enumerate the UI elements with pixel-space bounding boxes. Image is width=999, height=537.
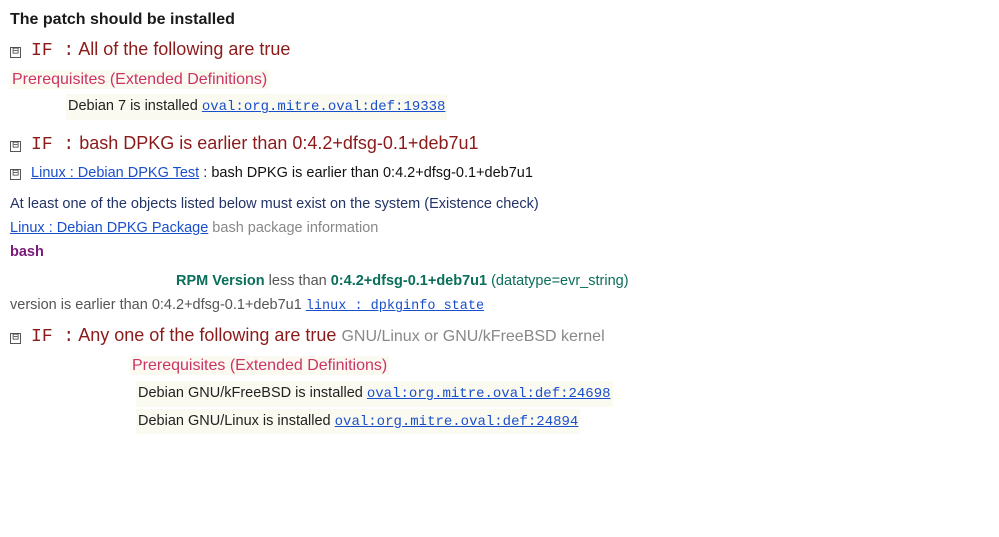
prereq-header: Prerequisites (Extended Definitions) (10, 68, 989, 93)
prereq-item: Debian GNU/kFreeBSD is installed oval:or… (136, 381, 989, 407)
prereq-item: Debian 7 is installed oval:org.mitre.ova… (66, 94, 989, 120)
evr-value: 0:4.2+dfsg-0.1+deb7u1 (331, 273, 487, 289)
oval-def-link[interactable]: oval:org.mitre.oval:def:24894 (335, 414, 579, 430)
dpkg-package-link[interactable]: Linux : Debian DPKG Package (10, 220, 208, 236)
test-colon: : (199, 165, 211, 181)
existence-note: At least one of the objects listed below… (10, 193, 989, 215)
less-than-text: less than (265, 273, 331, 289)
minus-icon[interactable]: ⊟ (10, 47, 21, 58)
dpkg-test-line: ⊟ Linux : Debian DPKG Test : bash DPKG i… (10, 162, 989, 184)
oval-def-link[interactable]: oval:org.mitre.oval:def:24698 (367, 386, 611, 402)
prereq-header: Prerequisites (Extended Definitions) (130, 354, 989, 379)
minus-icon[interactable]: ⊟ (10, 141, 21, 152)
rpm-version-line: RPM Version less than 0:4.2+dfsg-0.1+deb… (176, 270, 989, 292)
if-keyword: IF : (31, 327, 74, 347)
if-keyword: IF : (31, 135, 74, 155)
rpm-version-label: RPM Version (176, 273, 265, 289)
if-keyword: IF : (31, 41, 74, 61)
page-title: The patch should be installed (10, 8, 989, 33)
minus-icon[interactable]: ⊟ (10, 169, 21, 180)
datatype-annot: (datatype=evr_string) (487, 273, 628, 289)
if-text: All of the following are true (74, 39, 290, 59)
if-clause-bash-dpkg: ⊟ IF : bash DPKG is earlier than 0:4.2+d… (10, 130, 989, 160)
version-earlier-text: version is earlier than 0:4.2+dfsg-0.1+d… (10, 297, 306, 313)
dpkg-test-link[interactable]: Linux : Debian DPKG Test (31, 165, 199, 181)
prereq-text: Debian 7 is installed (68, 98, 202, 114)
if-clause-any-true: ⊟ IF : Any one of the following are true… (10, 322, 989, 352)
prereq-text: Debian GNU/kFreeBSD is installed (138, 385, 367, 401)
prereq-item: Debian GNU/Linux is installed oval:org.m… (136, 409, 989, 435)
package-name: bash (10, 241, 989, 263)
if-annotation: GNU/Linux or GNU/kFreeBSD kernel (341, 328, 604, 345)
if-clause-all-true: ⊟ IF : All of the following are true (10, 36, 989, 66)
dpkg-object-line: Linux : Debian DPKG Package bash package… (10, 217, 989, 239)
minus-icon[interactable]: ⊟ (10, 333, 21, 344)
dpkginfo-state-link[interactable]: linux : dpkginfo_state (306, 299, 484, 314)
prereq-text: Debian GNU/Linux is installed (138, 413, 335, 429)
if-text: Any one of the following are true (74, 325, 336, 345)
version-earlier-line: version is earlier than 0:4.2+dfsg-0.1+d… (10, 294, 989, 318)
if-text: bash DPKG is earlier than 0:4.2+dfsg-0.1… (74, 133, 478, 153)
test-desc: bash DPKG is earlier than 0:4.2+dfsg-0.1… (211, 165, 533, 181)
dpkg-object-desc: bash package information (208, 220, 378, 236)
oval-def-link[interactable]: oval:org.mitre.oval:def:19338 (202, 99, 446, 115)
